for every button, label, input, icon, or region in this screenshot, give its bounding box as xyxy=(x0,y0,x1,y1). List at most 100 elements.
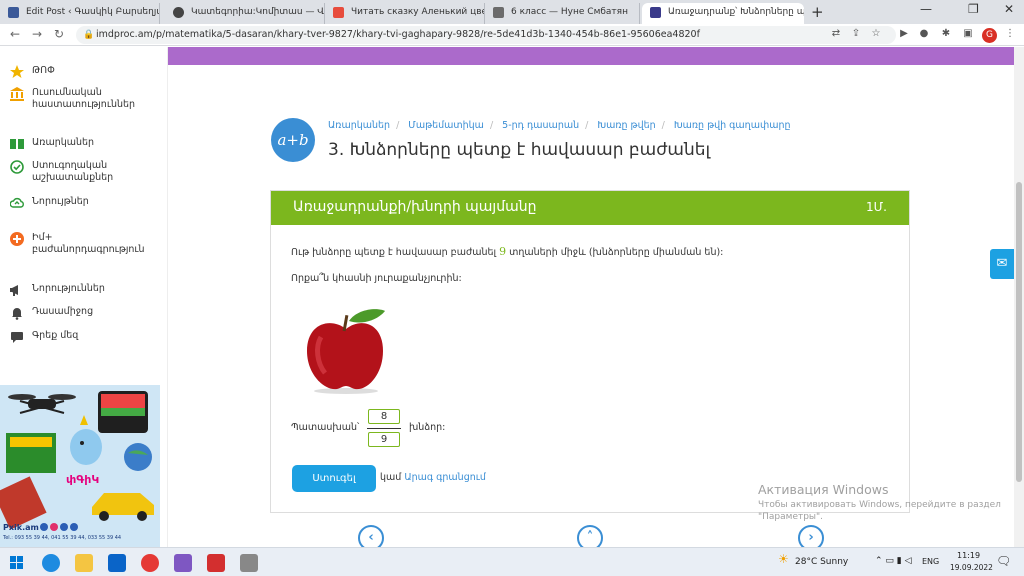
share-icon[interactable]: ⇪ xyxy=(850,28,862,40)
bookmark-star-icon[interactable]: ☆ xyxy=(870,28,882,40)
alt-action: կամ Արագ գրանցում xyxy=(380,472,486,483)
activation-title: Активация Windows xyxy=(758,482,889,497)
blog-icon xyxy=(493,7,504,18)
mail-app-icon[interactable] xyxy=(108,554,126,572)
mail-icon: ✉ xyxy=(996,256,1008,271)
weather-text[interactable]: 28°C Sunny xyxy=(795,557,848,567)
denominator-input[interactable]: 9 xyxy=(368,432,400,447)
sidebar-item-label: Առարկաներ xyxy=(32,137,95,148)
extension-record-icon[interactable]: ● xyxy=(918,28,930,40)
windows-start-icon[interactable] xyxy=(10,556,23,569)
apple-image xyxy=(307,309,385,394)
windows-taskbar: ☀ 28°C Sunny ⌃ ▭ ▮ ◁ ENG 11:19 19.09.202… xyxy=(0,547,1024,576)
app-icon[interactable] xyxy=(240,554,258,572)
star-icon xyxy=(10,65,24,78)
tray-icons[interactable]: ⌃ ▭ ▮ ◁ xyxy=(875,556,912,566)
check-answer-button[interactable]: Ստուգել xyxy=(292,465,376,492)
maximize-icon[interactable]: ❐ xyxy=(968,2,979,16)
menu-dots-icon[interactable]: ⋮ xyxy=(1004,28,1016,40)
task-card: Առաջադրանքի/խնդրի պայմանը 1Մ. Ութ խնձորը… xyxy=(270,190,910,513)
check-icon xyxy=(10,160,24,174)
answer-unit: խնձոր: xyxy=(409,422,446,433)
task-card-header: Առաջադրանքի/խնդրի պայմանը 1Մ. xyxy=(271,191,909,225)
ad-site: Pxik.am xyxy=(3,523,39,532)
breadcrumb-separator: / xyxy=(396,120,400,131)
browser-tab[interactable]: Edit Post ‹ Գասկիկ Բարսեղյան xyxy=(0,3,160,24)
sidebar-item-label: Իմ+ բաժանորդագրություն xyxy=(32,232,145,255)
file-explorer-icon[interactable] xyxy=(75,554,93,572)
breadcrumb-separator: / xyxy=(585,120,589,131)
browser-tab[interactable]: Читать сказку Аленький цвето xyxy=(325,3,485,24)
page-title: 3. Խնձորները պետք է հավասար բաժանել xyxy=(328,140,711,160)
side-panel-icon[interactable]: ▣ xyxy=(962,28,974,40)
paint-icon[interactable] xyxy=(174,554,192,572)
back-icon[interactable]: ← xyxy=(10,27,20,41)
or-text: կամ xyxy=(380,472,402,483)
task-points: 1Մ. xyxy=(866,200,887,214)
browser-tab-bar: Edit Post ‹ Գասկիկ Բարսեղյան Կատեգորիա:Կ… xyxy=(0,0,1024,24)
address-bar[interactable]: 🔒 imdproc.am/p/matematika/5-dasaran/khar… xyxy=(76,26,896,44)
wikipedia-icon xyxy=(173,7,184,18)
reload-icon[interactable]: ↻ xyxy=(54,27,64,41)
breadcrumb: Առարկաներ / Մաթեմատիկա / 5-րդ դասարան / Խառ… xyxy=(328,120,791,131)
breadcrumb-link[interactable]: Խառը թվի գաղափարը xyxy=(674,120,791,131)
clock-date[interactable]: 19.09.2022 xyxy=(950,563,993,572)
task-header-title: Առաջադրանքի/խնդրի պայմանը xyxy=(293,199,537,215)
profile-avatar[interactable]: G xyxy=(982,28,997,43)
statement-text: տղաների միջև (խնձորները միանման են): xyxy=(506,247,724,258)
statement-text: Ութ խնձորը պետք է հավասար բաժանել xyxy=(291,247,500,258)
chat-icon xyxy=(11,332,23,343)
forward-icon[interactable]: → xyxy=(32,27,42,41)
institution-icon xyxy=(10,87,24,101)
feedback-mail-button[interactable]: ✉ xyxy=(990,249,1014,279)
sidebar-item-label: Դասամիջոց xyxy=(32,306,94,317)
numerator-input[interactable]: 8 xyxy=(368,409,400,424)
breadcrumb-link[interactable]: Մաթեմատիկա xyxy=(408,120,484,131)
chrome-icon[interactable] xyxy=(141,554,159,572)
notification-icon[interactable]: 🗨 xyxy=(996,554,1011,568)
header-banner xyxy=(168,47,1014,65)
scrollbar-thumb[interactable] xyxy=(1016,182,1022,482)
wordpress-icon xyxy=(8,7,19,18)
answer-label: Պատասխան՝ xyxy=(291,422,360,433)
sidebar-item-label: Նորություններ xyxy=(32,283,105,294)
activation-subtitle: "Параметры". xyxy=(758,512,824,522)
sidebar-item-label: Ուսումնական հաստատություններ xyxy=(32,87,136,110)
translate-icon[interactable]: ⇄ xyxy=(830,28,842,40)
extensions-puzzle-icon[interactable]: ✱ xyxy=(940,28,952,40)
windows-activation-watermark: Активация Windows Чтобы активировать Win… xyxy=(758,482,1001,523)
lock-icon: 🔒 xyxy=(83,30,95,40)
browser-tab-active[interactable]: Առաջադրանք՝ Խնձորները պե xyxy=(642,3,804,24)
breadcrumb-separator: / xyxy=(661,120,665,131)
breadcrumb-link[interactable]: Խառը թվեր xyxy=(597,120,655,131)
tab-title: Edit Post ‹ Գասկիկ Բարսեղյան xyxy=(26,7,160,17)
activation-subtitle: Чтобы активировать Windows, перейдите в … xyxy=(758,500,1001,510)
extension-play-icon[interactable]: ▶ xyxy=(898,28,910,40)
bell-icon xyxy=(12,308,22,320)
book-icon xyxy=(10,139,24,149)
breadcrumb-link[interactable]: Առարկաներ xyxy=(328,120,390,131)
edge-icon[interactable] xyxy=(42,554,60,572)
breadcrumb-separator: / xyxy=(489,120,494,131)
breadcrumb-link[interactable]: 5-րդ դասարան xyxy=(502,120,579,131)
tab-title: 6 класс — Нуне Смбатян xyxy=(511,7,628,17)
browser-toolbar: ← → ↻ 🔒 imdproc.am/p/matematika/5-dasara… xyxy=(0,24,1024,46)
new-tab-button[interactable]: + xyxy=(811,3,824,21)
browser-tab[interactable]: 6 класс — Нуне Смбатян xyxy=(485,3,640,24)
quick-register-link[interactable]: Արագ գրանցում xyxy=(404,472,486,483)
minimize-icon[interactable]: — xyxy=(920,2,932,16)
url-text: imdproc.am/p/matematika/5-dasaran/khary-… xyxy=(96,29,700,40)
plus-badge-icon xyxy=(10,232,24,246)
answer-fraction: 8 9 xyxy=(367,409,401,449)
sidebar-item-label: Ստուգողական աշխատանքներ xyxy=(32,160,114,183)
megaphone-icon xyxy=(10,285,18,296)
recorder-icon[interactable] xyxy=(207,554,225,572)
tab-title: Առաջադրանք՝ Խնձորները պե xyxy=(668,7,804,17)
close-window-icon[interactable]: ✕ xyxy=(1004,2,1014,16)
clock-time[interactable]: 11:19 xyxy=(957,551,980,560)
site-logo-icon xyxy=(650,7,661,18)
tab-title: Կատեգորիա:Կոմիտաս — Վիքի xyxy=(191,7,325,17)
advertisement-banner[interactable]: փԳիԿ Pxik.am Tel.: 093 55 39 44, 041 55 … xyxy=(0,385,160,547)
browser-tab[interactable]: Կատեգորիա:Կոմիտաս — Վիքի xyxy=(165,3,325,24)
language-indicator[interactable]: ENG xyxy=(922,557,939,566)
